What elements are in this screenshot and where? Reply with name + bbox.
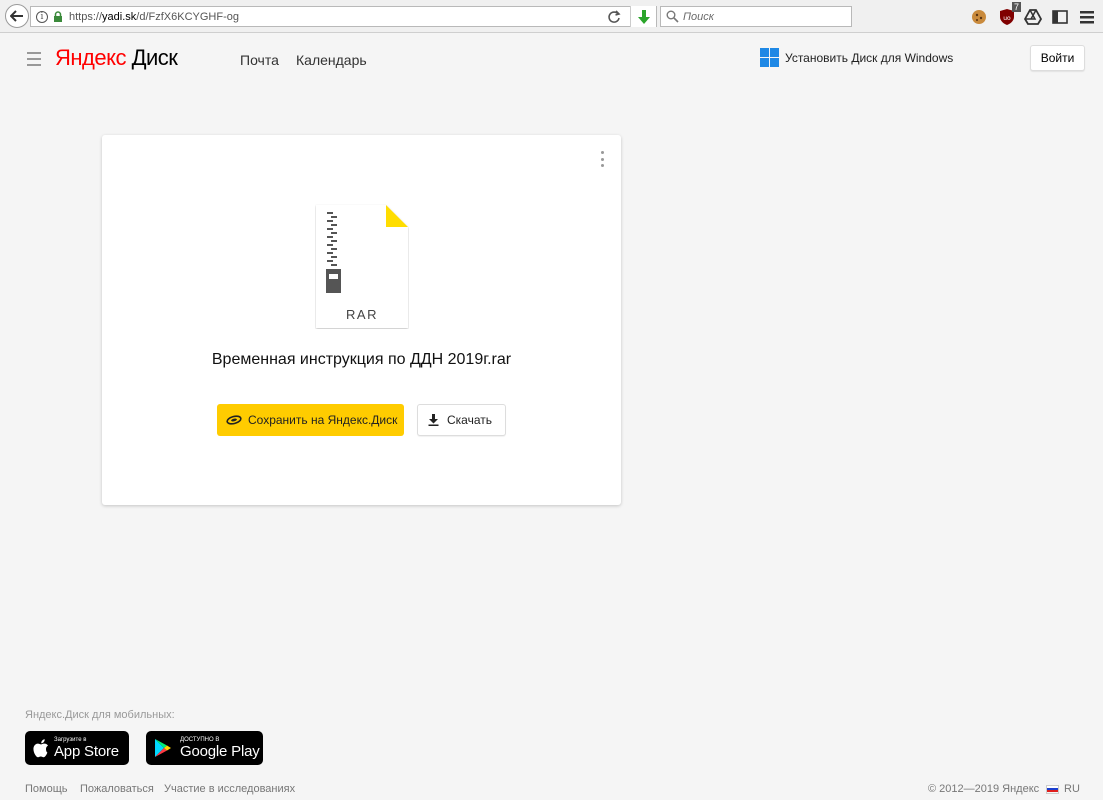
copyright: © 2012—2019 Яндекс <box>928 783 1040 795</box>
googleplay-big-text: Google Play <box>180 742 260 760</box>
hamburger-menu-icon[interactable] <box>27 52 41 66</box>
info-icon[interactable]: i <box>36 10 48 23</box>
install-windows-link[interactable]: Установить Диск для Windows <box>760 48 953 67</box>
browser-search-bar[interactable]: Поиск <box>660 6 852 27</box>
rar-file-icon: RAR <box>316 205 408 328</box>
language-label: RU <box>1064 783 1080 795</box>
mobile-apps-label: Яндекс.Диск для мобильных: <box>25 709 175 721</box>
reload-icon[interactable] <box>606 9 622 25</box>
svg-text:uo: uo <box>1003 15 1011 22</box>
google-play-icon <box>155 739 171 757</box>
file-type-label: RAR <box>346 307 378 322</box>
url-text[interactable]: https://yadi.sk/d/FzfX6KCYGHF-og <box>69 11 239 23</box>
install-label: Установить Диск для Windows <box>785 50 954 65</box>
extension-badge: 7 <box>1011 2 1021 12</box>
file-name: Временная инструкция по ДДН 2019г.rar <box>211 351 512 368</box>
language-switcher[interactable]: RU <box>1046 783 1080 795</box>
appstore-big-text: App Store <box>54 742 119 760</box>
save-to-disk-button[interactable]: Сохранить на Яндекс.Диск <box>217 404 404 436</box>
drive-extension-icon[interactable] <box>1022 6 1044 28</box>
sidebar-toggle-icon[interactable] <box>1049 6 1071 28</box>
save-label: Сохранить на Яндекс.Диск <box>248 413 398 427</box>
footer-link-research[interactable]: Участие в исследованиях <box>164 783 295 795</box>
search-placeholder: Поиск <box>683 10 714 23</box>
app-store-badge[interactable]: Загрузите в App Store <box>25 731 129 765</box>
menu-icon[interactable] <box>1076 6 1098 28</box>
nav-link-mail[interactable]: Почта <box>240 52 279 68</box>
download-icon <box>428 414 439 426</box>
more-options-icon[interactable] <box>599 151 605 167</box>
download-arrow-icon <box>637 9 650 24</box>
cookie-extension-icon[interactable] <box>968 6 990 28</box>
browser-toolbar: i https://yadi.sk/d/FzfX6KCYGHF-og Поиск… <box>0 0 1103 33</box>
disk-icon <box>226 415 242 425</box>
apple-icon <box>33 738 48 757</box>
footer-link-help[interactable]: Помощь <box>25 783 68 795</box>
windows-icon <box>760 48 779 67</box>
footer-link-report[interactable]: Пожаловаться <box>80 783 154 795</box>
address-bar[interactable]: i https://yadi.sk/d/FzfX6KCYGHF-og <box>30 6 657 27</box>
download-label: Скачать <box>447 413 492 427</box>
yandex-disk-logo[interactable]: Яндекс Диск <box>55 45 178 71</box>
arrow-left-icon <box>10 10 23 22</box>
download-manager-button[interactable] <box>630 6 656 27</box>
search-icon <box>666 10 679 23</box>
file-card: RAR Временная инструкция по ДДН 2019г.ra… <box>102 135 621 505</box>
download-button[interactable]: Скачать <box>417 404 506 436</box>
lock-icon <box>54 11 62 22</box>
back-button[interactable] <box>5 4 29 28</box>
google-play-badge[interactable]: ДОСТУПНО В Google Play <box>146 731 263 765</box>
russia-flag-icon <box>1046 784 1059 794</box>
nav-link-calendar[interactable]: Календарь <box>296 52 367 68</box>
login-button[interactable]: Войти <box>1030 45 1085 71</box>
ublock-extension-icon[interactable]: uo 7 <box>996 2 1021 28</box>
